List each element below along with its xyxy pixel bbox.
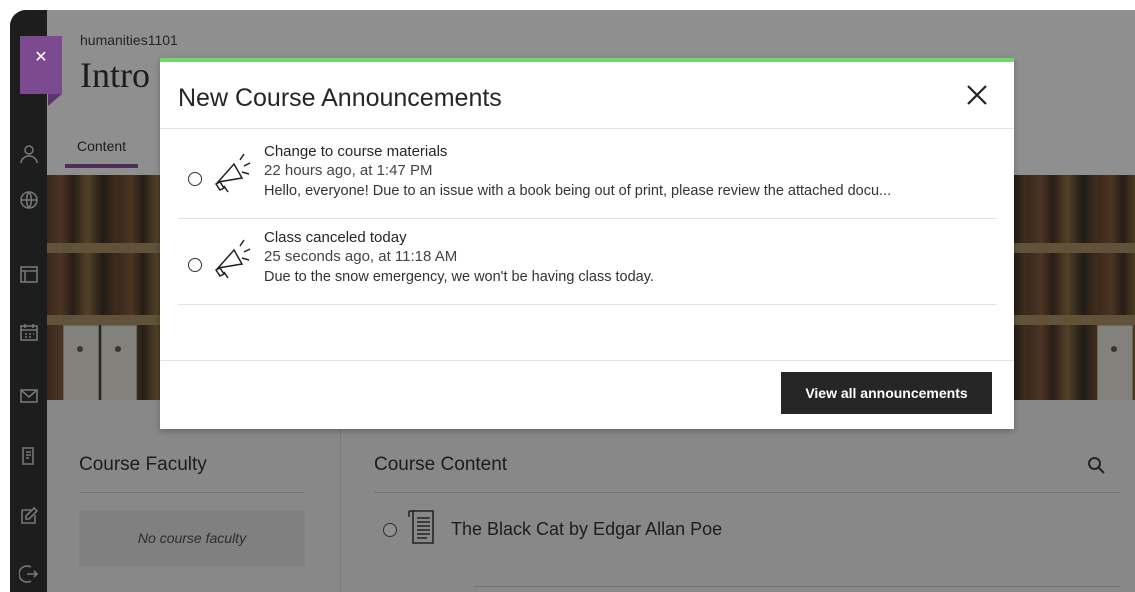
announcement-body: Class canceled today 25 seconds ago, at … xyxy=(264,228,654,288)
modal-footer-divider xyxy=(160,360,1014,361)
announcement-title[interactable]: Class canceled today xyxy=(264,228,654,247)
announcement-text: Hello, everyone! Due to an issue with a … xyxy=(264,183,892,199)
announcement-item[interactable]: Class canceled today 25 seconds ago, at … xyxy=(178,228,996,304)
close-icon[interactable]: ✕ xyxy=(20,36,62,106)
announcement-body: Change to course materials 22 hours ago,… xyxy=(264,142,891,202)
megaphone-icon xyxy=(212,152,254,201)
announcement-title[interactable]: Change to course materials xyxy=(264,142,891,161)
divider xyxy=(178,304,996,305)
announcement-time: 25 seconds ago, at 11:18 AM xyxy=(264,248,458,265)
divider xyxy=(178,218,996,219)
megaphone-icon xyxy=(212,238,254,287)
modal-title: New Course Announcements xyxy=(178,84,502,112)
announcement-item[interactable]: Change to course materials 22 hours ago,… xyxy=(178,142,996,218)
announcements-modal: New Course Announcements Change to cours… xyxy=(160,58,1014,429)
modal-header-divider xyxy=(160,128,1014,129)
announcement-text: Due to the snow emergency, we won't be h… xyxy=(264,269,654,285)
announcement-time: 22 hours ago, at 1:47 PM xyxy=(264,162,433,179)
read-status-radio[interactable] xyxy=(188,258,202,272)
close-icon[interactable] xyxy=(964,82,990,108)
read-status-radio[interactable] xyxy=(188,172,202,186)
view-all-announcements-button[interactable]: View all announcements xyxy=(781,372,992,414)
